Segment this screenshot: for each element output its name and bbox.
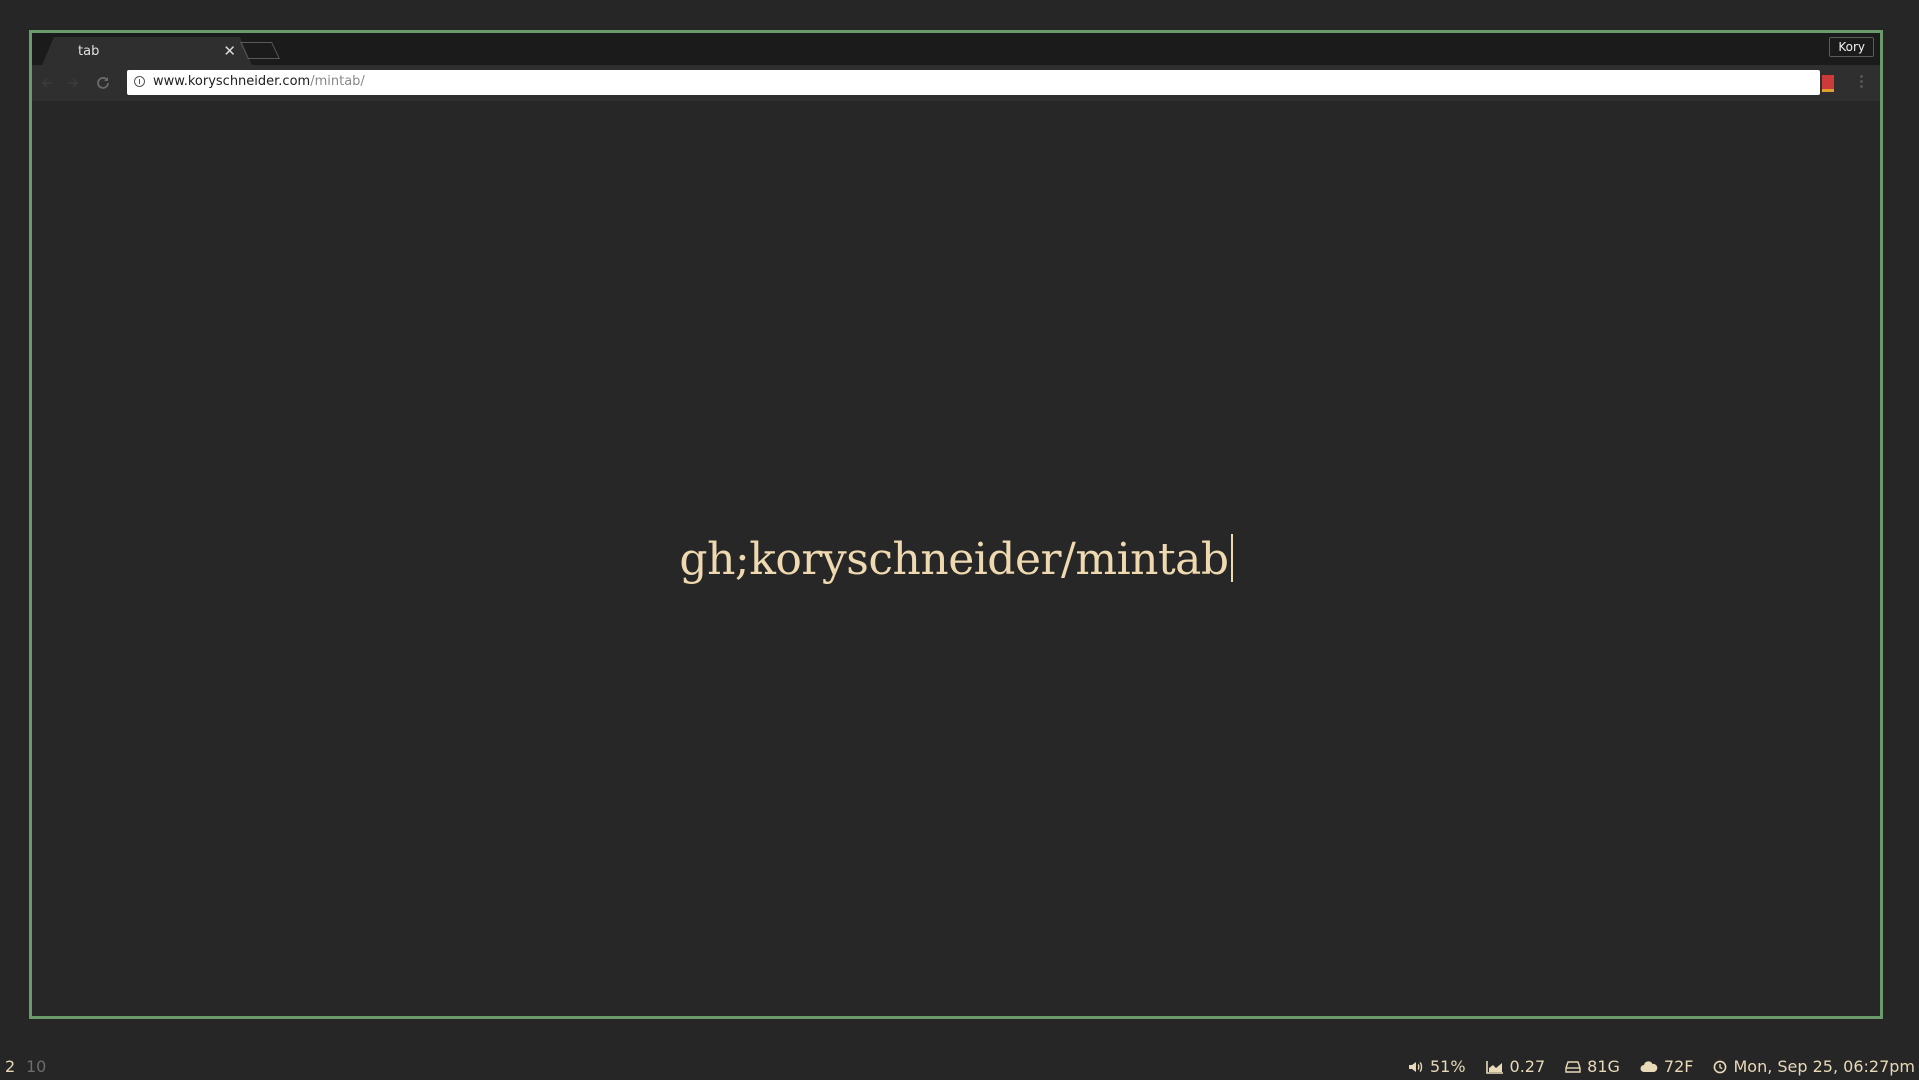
volume-indicator[interactable]: 51% [1408, 1057, 1466, 1076]
tab-title: tab [78, 44, 100, 59]
clock-icon [1714, 1060, 1727, 1073]
address-bar[interactable]: www.koryschneider.com/mintab/ [127, 70, 1820, 95]
new-tab-button[interactable] [240, 42, 280, 59]
reload-icon [97, 77, 109, 89]
page-content: gh;koryschneider/mintab [32, 101, 1880, 1016]
load-indicator: 0.27 [1485, 1057, 1546, 1076]
workspace-item[interactable]: 10 [26, 1057, 46, 1076]
reload-button[interactable] [92, 72, 114, 94]
clock-value: Mon, Sep 25, 06:27pm [1733, 1057, 1915, 1076]
tab-strip: tab ✕ Kory [32, 33, 1880, 65]
hard-drive-icon [1565, 1060, 1581, 1073]
browser-window: tab ✕ Kory www.koryschneider.com/mintab/… [29, 30, 1883, 1019]
text-caret [1230, 534, 1233, 582]
bookmark-extension-icon[interactable] [1822, 75, 1834, 92]
url-path: /mintab/ [310, 74, 365, 89]
info-icon[interactable] [134, 76, 145, 87]
command-input[interactable]: gh;koryschneider/mintab [32, 534, 1880, 585]
profile-button[interactable]: Kory [1829, 37, 1874, 57]
tab-close-icon[interactable]: ✕ [223, 42, 236, 60]
area-chart-icon [1485, 1060, 1503, 1074]
speaker-icon [1408, 1061, 1423, 1072]
clock-indicator[interactable]: Mon, Sep 25, 06:27pm [1713, 1057, 1915, 1076]
volume-value: 51% [1429, 1057, 1466, 1076]
disk-indicator: 81G [1565, 1057, 1620, 1076]
workspace-item-active[interactable]: 2 [5, 1057, 15, 1076]
url-host: www.koryschneider.com [153, 74, 311, 89]
browser-menu-icon[interactable] [1860, 75, 1864, 91]
forward-button[interactable] [62, 72, 84, 94]
weather-indicator: 72F [1640, 1057, 1694, 1076]
back-arrow-icon [41, 78, 52, 88]
status-bar: 2 10 51% 0.27 81G 72F Mon, Sep 25, 06:27… [0, 1054, 1919, 1080]
browser-toolbar: www.koryschneider.com/mintab/ [32, 65, 1880, 101]
back-button[interactable] [36, 72, 58, 94]
command-text: gh;koryschneider/mintab [679, 534, 1229, 585]
cloud-icon [1640, 1060, 1658, 1072]
url-text: www.koryschneider.com/mintab/ [153, 74, 365, 89]
tab-active[interactable]: tab ✕ [42, 37, 252, 65]
disk-value: 81G [1587, 1057, 1620, 1076]
load-value: 0.27 [1509, 1057, 1546, 1076]
status-indicators: 51% 0.27 81G 72F Mon, Sep 25, 06:27pm [1408, 1057, 1915, 1076]
forward-arrow-icon [68, 78, 79, 88]
desktop: tab ✕ Kory www.koryschneider.com/mintab/… [0, 0, 1919, 1080]
weather-value: 72F [1663, 1057, 1694, 1076]
